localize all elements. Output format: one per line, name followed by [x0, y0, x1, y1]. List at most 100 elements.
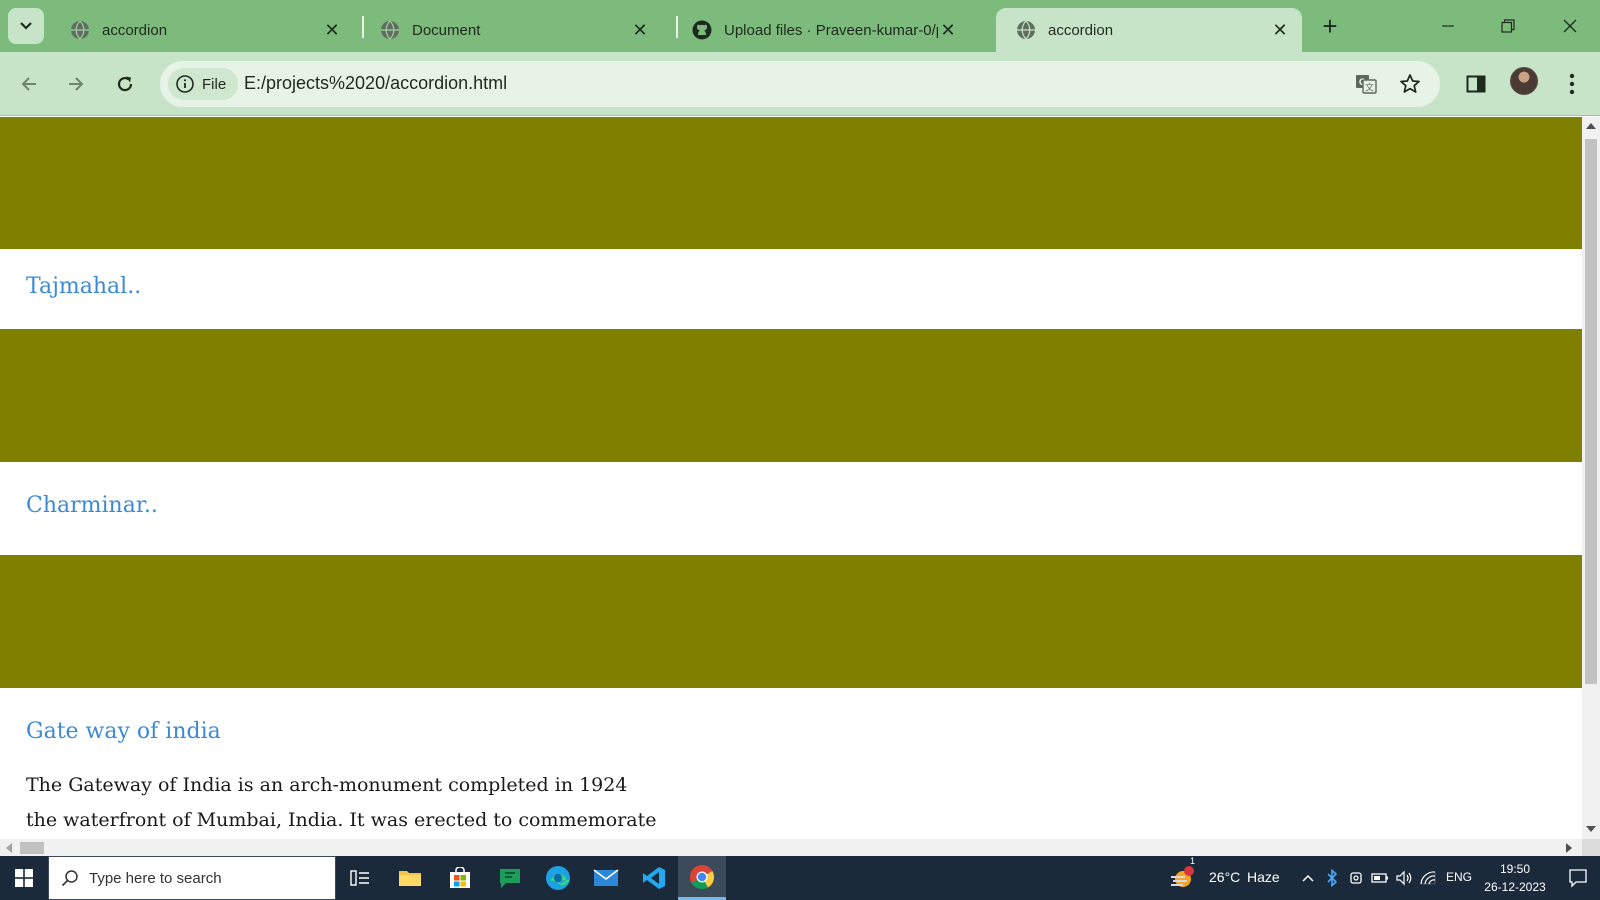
chevron-up-icon — [1302, 874, 1314, 882]
chat-app-button[interactable] — [486, 856, 534, 900]
tab-title: accordion — [1048, 21, 1114, 39]
tab-document[interactable]: Document ✕ — [360, 8, 662, 52]
tab-close-button[interactable]: ✕ — [630, 20, 650, 40]
translate-icon: G文 — [1356, 75, 1377, 94]
tab-close-button[interactable]: ✕ — [938, 20, 958, 40]
tab-close-button[interactable]: ✕ — [322, 20, 342, 40]
accordion-image-band — [0, 329, 1582, 462]
meet-now-tray-icon[interactable] — [1344, 856, 1368, 900]
arrow-right-icon — [69, 77, 84, 91]
back-button[interactable] — [13, 68, 45, 100]
minimize-icon — [1442, 25, 1454, 27]
mail-app-button[interactable] — [582, 856, 630, 900]
windows-taskbar: Type here to search 1 26°C Haze ENG 19:5… — [0, 856, 1600, 900]
horizontal-scroll-thumb[interactable] — [20, 842, 44, 854]
chat-icon — [500, 869, 520, 888]
close-window-button[interactable] — [1540, 0, 1600, 52]
battery-icon — [1371, 873, 1388, 883]
url-text[interactable]: E:/projects%2020/accordion.html — [244, 73, 507, 94]
translate-button[interactable]: G文 — [1354, 72, 1378, 96]
speaker-icon — [1396, 870, 1412, 886]
accordion-header-charminar[interactable]: Charminar.. — [26, 493, 158, 518]
chrome-icon — [690, 864, 715, 889]
weather-temperature[interactable]: 26°C — [1209, 869, 1240, 885]
info-icon — [176, 75, 194, 93]
reload-icon — [117, 76, 133, 92]
start-button[interactable] — [0, 856, 48, 900]
scroll-up-arrow-icon[interactable] — [1586, 123, 1596, 129]
minimize-button[interactable] — [1418, 0, 1478, 52]
wifi-icon — [1420, 871, 1436, 885]
mail-icon — [593, 869, 619, 886]
profile-avatar[interactable] — [1510, 67, 1538, 95]
tab-accordion-1[interactable]: accordion ✕ — [50, 8, 354, 52]
arrow-left-icon — [21, 77, 36, 91]
scroll-down-arrow-icon[interactable] — [1586, 826, 1596, 832]
site-info-chip[interactable]: File — [168, 68, 239, 100]
clock-time: 19:50 — [1499, 862, 1531, 876]
accordion-panel-gateway: The Gateway of India is an arch-monument… — [26, 768, 666, 838]
microsoft-store-button[interactable] — [436, 856, 484, 900]
side-panel-icon — [1466, 75, 1486, 93]
browser-toolbar: File E:/projects%2020/accordion.html G文 — [0, 52, 1600, 116]
tab-close-button[interactable]: ✕ — [1270, 20, 1290, 40]
horizontal-scrollbar[interactable] — [0, 839, 1582, 856]
taskbar-clock[interactable]: 19:50 26-12-2023 — [1480, 860, 1550, 896]
tab-title: Document — [412, 21, 481, 39]
vs-code-icon — [643, 867, 665, 889]
forward-button[interactable] — [60, 68, 92, 100]
notifications-button[interactable] — [1556, 856, 1600, 900]
vs-code-button[interactable] — [630, 856, 678, 900]
vertical-scroll-thumb[interactable] — [1585, 139, 1597, 684]
search-icon — [61, 870, 78, 887]
task-view-button[interactable] — [336, 856, 384, 900]
side-panel-button[interactable] — [1460, 68, 1492, 100]
file-explorer-button[interactable] — [386, 856, 434, 900]
globe-icon — [71, 20, 89, 40]
chrome-button[interactable] — [678, 856, 726, 900]
accordion-image-band — [0, 117, 1582, 249]
reload-button[interactable] — [109, 68, 141, 100]
weather-condition[interactable]: Haze — [1247, 869, 1280, 885]
page-viewport: Tajmahal.. Charminar.. Gate way of india… — [0, 117, 1582, 839]
restore-button[interactable] — [1478, 0, 1538, 52]
vertical-scrollbar[interactable] — [1582, 117, 1600, 839]
browser-menu-button[interactable] — [1556, 68, 1588, 100]
svg-text:文: 文 — [1365, 82, 1374, 94]
bookmark-star-button[interactable] — [1398, 72, 1422, 96]
bluetooth-tray-icon[interactable] — [1320, 856, 1344, 900]
taskbar-search-box[interactable]: Type here to search — [48, 856, 336, 900]
tab-accordion-active[interactable]: accordion ✕ — [996, 8, 1302, 52]
scroll-left-arrow-icon[interactable] — [6, 843, 12, 853]
tab-github-upload[interactable]: Upload files · Praveen-kumar-0/pr ✕ — [672, 8, 970, 52]
input-language-indicator[interactable]: ENG — [1446, 870, 1472, 884]
accordion-header-tajmahal[interactable]: Tajmahal.. — [26, 274, 141, 299]
weather-haze-icon — [1171, 866, 1194, 887]
windows-logo-icon — [15, 869, 33, 887]
scrollbar-corner — [1582, 839, 1600, 856]
show-hidden-icons-button[interactable] — [1296, 856, 1320, 900]
store-icon — [450, 867, 470, 888]
network-tray-icon[interactable] — [1416, 856, 1440, 900]
panel-text-line: The Gateway of India is an arch-monument… — [26, 774, 628, 796]
accordion-header-gateway[interactable]: Gate way of india — [26, 719, 221, 744]
volume-tray-icon[interactable] — [1392, 856, 1416, 900]
tab-search-button[interactable] — [8, 8, 44, 44]
tab-strip: accordion ✕ Document ✕ Upload files · Pr… — [0, 0, 1600, 52]
bluetooth-icon — [1327, 869, 1338, 887]
restore-icon — [1501, 19, 1515, 33]
notification-icon — [1569, 869, 1587, 888]
task-view-icon — [350, 870, 369, 886]
panel-text-line: the waterfront of Mumbai, India. It was … — [26, 809, 657, 831]
address-bar[interactable]: File E:/projects%2020/accordion.html G文 — [160, 61, 1440, 107]
clock-date: 26-12-2023 — [1484, 880, 1546, 894]
tab-title: Upload files · Praveen-kumar-0/pr — [724, 21, 938, 39]
globe-icon — [1017, 20, 1035, 40]
battery-tray-icon[interactable] — [1368, 856, 1392, 900]
scroll-right-arrow-icon[interactable] — [1566, 843, 1572, 853]
weather-alert-badge: 1 — [1190, 856, 1196, 866]
taskbar-search-placeholder: Type here to search — [89, 869, 222, 887]
chevron-down-icon — [20, 22, 32, 30]
edge-browser-button[interactable] — [534, 856, 582, 900]
new-tab-button[interactable]: + — [1314, 10, 1346, 42]
